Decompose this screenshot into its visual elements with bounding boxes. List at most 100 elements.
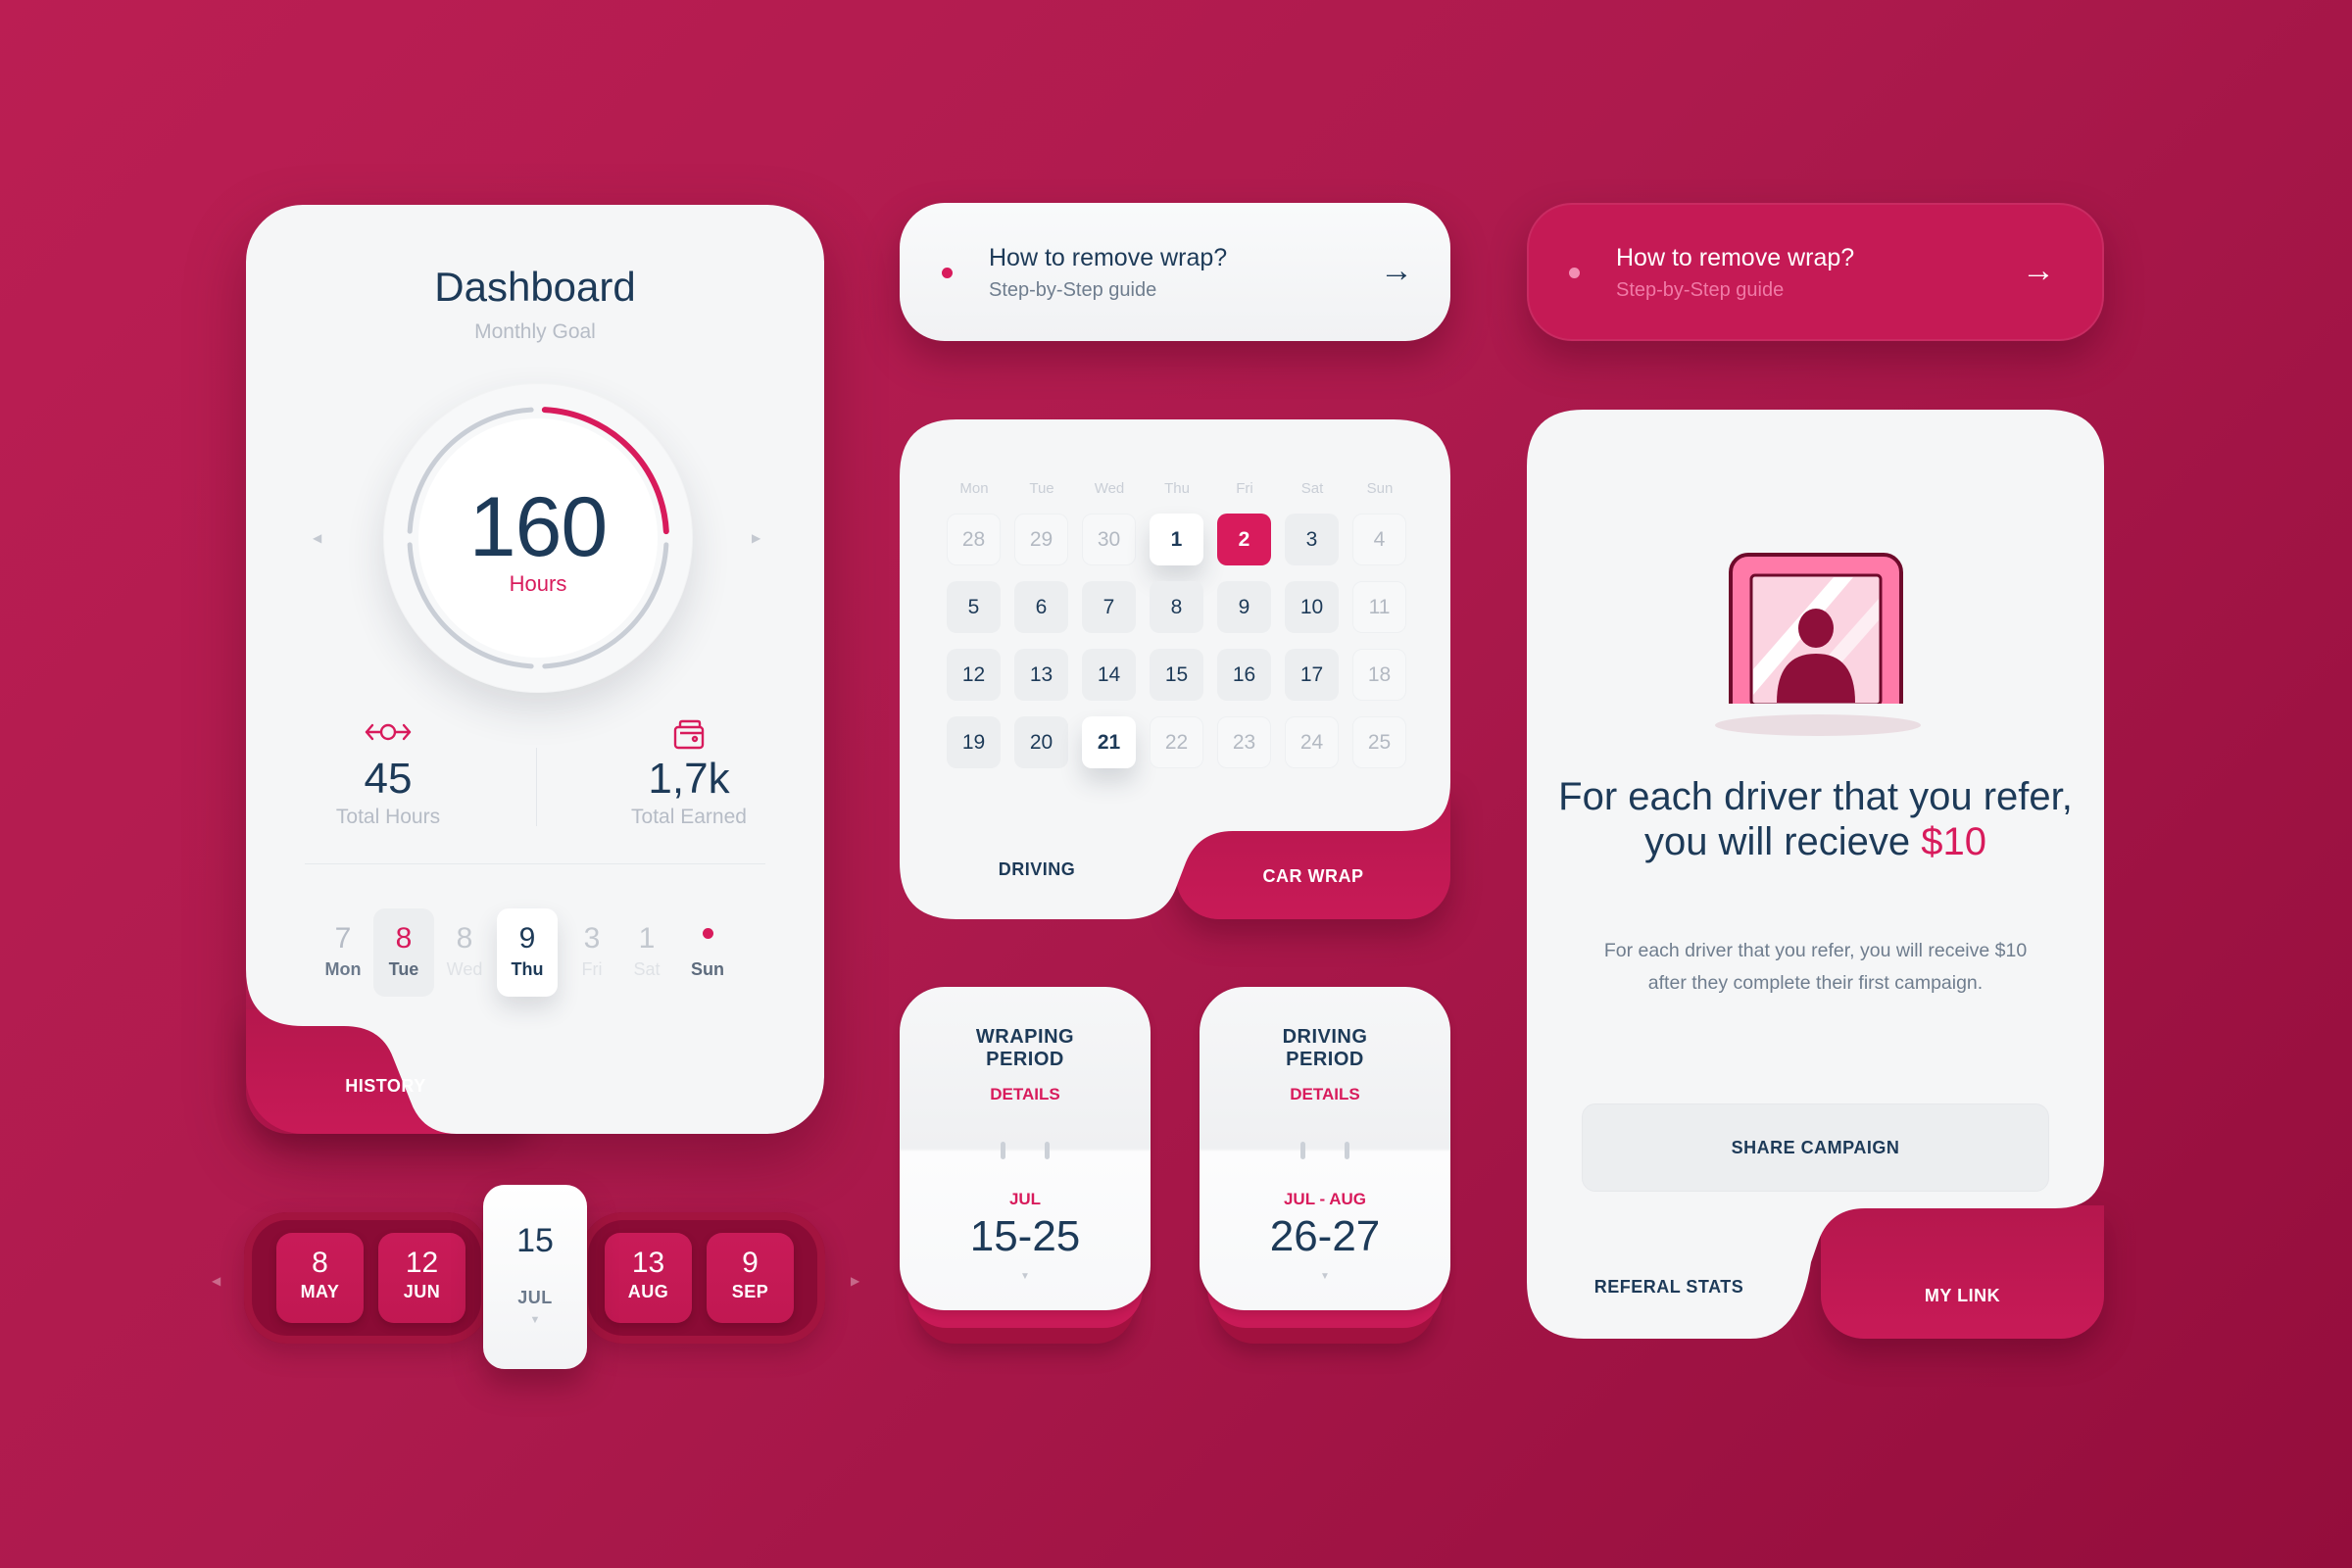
referral-headline-text: For each driver that you refer, you will… <box>1558 775 2073 863</box>
week-day[interactable]: 3 Fri <box>562 908 622 997</box>
week-day[interactable]: 1 Sat <box>616 908 677 997</box>
month-chip-month: SEP <box>731 1282 769 1301</box>
period-card: WRAPING PERIOD DETAILS JUL 15-25 ▼ <box>900 987 1151 1310</box>
guide-card[interactable]: How to remove wrap? Step-by-Step guide → <box>900 203 1450 341</box>
period-card-driving[interactable]: DRIVING PERIOD DETAILS JUL - AUG 26-27 ▼ <box>1200 987 1450 1344</box>
calendar-day[interactable]: 30 <box>1082 514 1136 565</box>
caret-down-icon[interactable]: ▼ <box>900 1271 1151 1282</box>
month-chip[interactable]: 9 SEP <box>707 1233 794 1323</box>
calendar-weekday: Thu <box>1164 480 1190 497</box>
stat-total-hours: 45 Total Hours <box>275 719 501 829</box>
calendar-day[interactable]: 14 <box>1082 649 1136 701</box>
month-chip-day: 13 <box>631 1247 665 1279</box>
month-chip-day: 9 <box>742 1247 759 1279</box>
calendar-day[interactable]: 8 <box>1150 581 1203 633</box>
week-day-label: Wed <box>446 959 483 979</box>
week-day-label: Sat <box>633 959 661 979</box>
week-day-number: 8 <box>456 922 473 955</box>
my-link-tab-label[interactable]: MY LINK <box>1821 1286 2104 1306</box>
goal-unit: Hours <box>509 571 567 596</box>
calendar-weekday: Wed <box>1094 480 1125 497</box>
month-chip[interactable]: 12 JUN <box>378 1233 466 1323</box>
period-month: JUL - AUG <box>1283 1190 1367 1208</box>
calendar-day[interactable]: 22 <box>1150 716 1203 768</box>
week-day-label: Thu <box>511 959 544 979</box>
referral-card: For each driver that you refer, you will… <box>1527 410 2104 1339</box>
month-chip[interactable]: 13 AUG <box>605 1233 692 1323</box>
calendar-day[interactable]: 13 <box>1014 649 1068 701</box>
caret-down-icon: ▼ <box>529 1314 541 1326</box>
calendar-day[interactable]: 19 <box>947 716 1001 768</box>
chevron-right-icon[interactable]: ▶ <box>752 531 760 545</box>
driving-tab[interactable]: DRIVING <box>900 859 1174 880</box>
chevron-right-icon[interactable]: ▶ <box>851 1274 859 1288</box>
calendar-day[interactable]: 17 <box>1285 649 1339 701</box>
week-day[interactable]: 8 Tue <box>373 908 434 997</box>
dashboard-card: Dashboard Monthly Goal ◀ ▶ 160 Hours 45 … <box>246 205 824 1134</box>
period-range: 15-25 <box>969 1212 1081 1260</box>
calendar-day[interactable]: 6 <box>1014 581 1068 633</box>
arrow-right-icon[interactable]: → <box>2022 254 2055 287</box>
month-chip-day: 8 <box>312 1247 328 1279</box>
chevron-left-icon[interactable]: ◀ <box>313 531 321 545</box>
calendar-day-selected[interactable]: 2 <box>1217 514 1271 565</box>
week-day[interactable]: 9 Thu <box>497 908 558 997</box>
stat-total-earned: 1,7k Total Earned <box>576 719 802 829</box>
referral-amount: $10 <box>1921 820 1987 863</box>
calendar-day[interactable]: 7 <box>1082 581 1136 633</box>
week-day-number: 9 <box>518 922 536 955</box>
calendar-weekday: Sun <box>1366 480 1394 497</box>
calendar-day[interactable]: 12 <box>947 649 1001 701</box>
calendar-day[interactable]: 1 <box>1150 514 1203 565</box>
calendar-day[interactable]: 9 <box>1217 581 1271 633</box>
share-campaign-button[interactable]: SHARE CAMPAIGN <box>1582 1103 2049 1192</box>
period-details-link[interactable]: DETAILS <box>1200 1085 1450 1104</box>
calendar-day[interactable]: 10 <box>1285 581 1339 633</box>
caret-down-icon[interactable]: ▼ <box>1200 1271 1450 1282</box>
week-day[interactable]: Sun <box>677 908 738 997</box>
period-title-line: DRIVING <box>1282 1026 1368 1048</box>
month-chip-day: 12 <box>405 1247 439 1279</box>
calendar-day[interactable]: 20 <box>1014 716 1068 768</box>
calendar-day[interactable]: 21 <box>1082 716 1136 768</box>
period-title-line: PERIOD <box>986 1049 1064 1070</box>
week-day[interactable]: 7 Mon <box>313 908 373 997</box>
month-chip-month: AUG <box>627 1282 669 1301</box>
month-chip[interactable]: 8 MAY <box>276 1233 364 1323</box>
week-day-selector: 7 Mon 8 Tue 8 Wed 9 Thu 3 Fri 1 Sat Sun <box>305 908 765 997</box>
calendar-day[interactable]: 28 <box>947 514 1001 565</box>
arrow-right-icon[interactable]: → <box>1380 254 1413 287</box>
referral-stats-tab[interactable]: REFERAL STATS <box>1527 1277 1811 1298</box>
period-title: DRIVING PERIOD <box>1200 1026 1450 1071</box>
my-link-tab[interactable] <box>1821 1205 2104 1339</box>
period-details-link[interactable]: DETAILS <box>900 1085 1151 1104</box>
calendar-day[interactable]: 25 <box>1352 716 1406 768</box>
week-day[interactable]: 8 Wed <box>434 908 495 997</box>
chevron-left-icon[interactable]: ◀ <box>212 1274 220 1288</box>
dashboard-subtitle: Monthly Goal <box>474 320 596 343</box>
calendar-day[interactable]: 16 <box>1217 649 1271 701</box>
stat-label: Total Earned <box>631 806 747 828</box>
car-wrap-tab-label[interactable]: CAR WRAP <box>1176 866 1450 887</box>
guide-card-active[interactable]: How to remove wrap? Step-by-Step guide → <box>1527 203 2104 341</box>
month-chip-month: JUN <box>403 1282 441 1301</box>
calendar-day[interactable]: 11 <box>1352 581 1406 633</box>
profile-frame-icon <box>1728 527 1904 704</box>
period-title-line: WRAPING <box>975 1026 1075 1048</box>
history-tab-label[interactable]: HISTORY <box>246 1076 525 1097</box>
calendar-day[interactable]: 23 <box>1217 716 1271 768</box>
calendar-day[interactable]: 18 <box>1352 649 1406 701</box>
period-card-wrapping[interactable]: WRAPING PERIOD DETAILS JUL 15-25 ▼ <box>900 987 1151 1344</box>
calendar-day[interactable]: 29 <box>1014 514 1068 565</box>
month-chip-selected[interactable]: 15 JUL ▼ <box>483 1185 587 1369</box>
calendar-weekday: Tue <box>1029 480 1054 497</box>
calendar-weekday: Sat <box>1300 480 1324 497</box>
calendar-day[interactable]: 4 <box>1352 514 1406 565</box>
calendar-day[interactable]: 15 <box>1150 649 1203 701</box>
calendar-day[interactable]: 24 <box>1285 716 1339 768</box>
guide-title: How to remove wrap? <box>989 244 1228 271</box>
goal-value: 160 <box>468 480 608 574</box>
calendar-day[interactable]: 3 <box>1285 514 1339 565</box>
guide-subtitle: Step-by-Step guide <box>989 279 1157 301</box>
calendar-day[interactable]: 5 <box>947 581 1001 633</box>
